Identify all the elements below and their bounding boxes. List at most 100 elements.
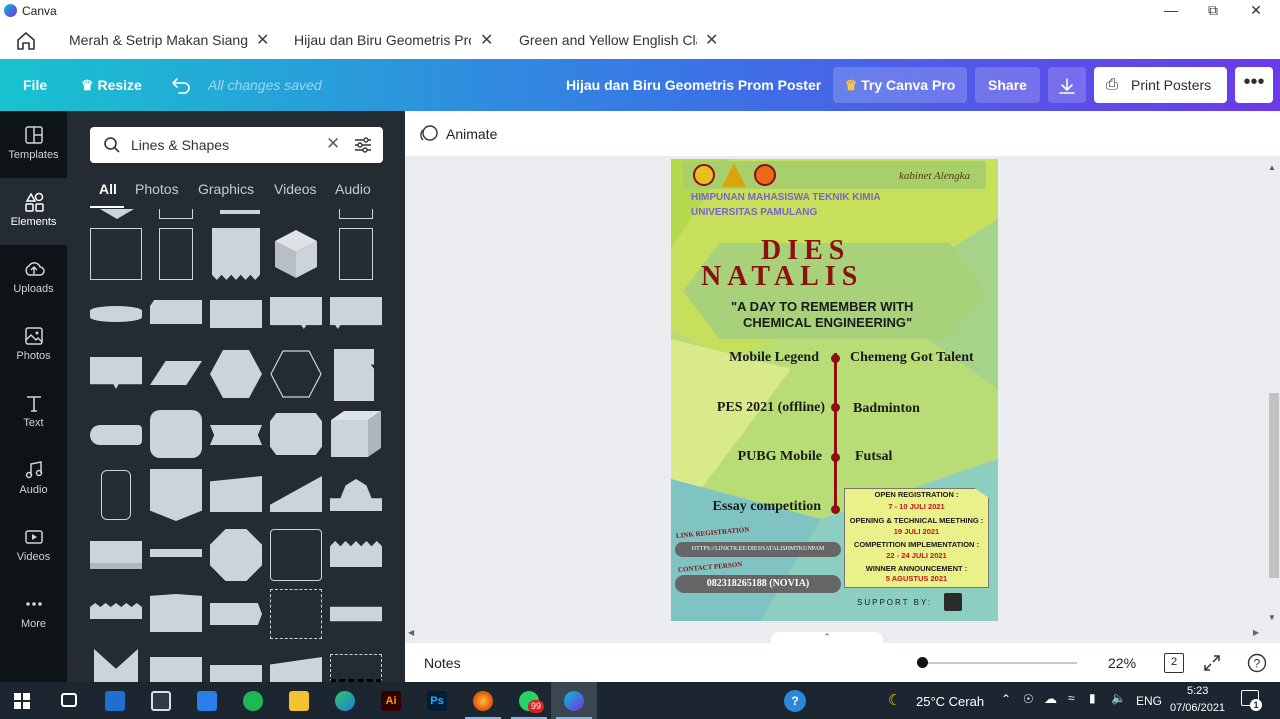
filter-icon[interactable] <box>354 136 372 154</box>
task-view-button[interactable] <box>46 682 92 719</box>
rail-audio[interactable]: Audio <box>0 446 67 513</box>
shape-tile[interactable] <box>90 603 142 619</box>
shape-tile[interactable] <box>330 297 382 329</box>
animate-button[interactable]: Animate <box>446 126 497 142</box>
rail-photos[interactable]: Photos <box>0 312 67 379</box>
help-icon[interactable]: ? <box>1247 653 1267 673</box>
shape-tile[interactable] <box>330 479 382 511</box>
vertical-scrollbar[interactable]: ▲ ▼ <box>1268 163 1279 623</box>
shape-tile[interactable] <box>270 476 322 512</box>
shape-tile[interactable] <box>270 657 322 682</box>
taskbar-illustrator[interactable]: Ai <box>368 682 414 719</box>
shape-tile[interactable] <box>210 603 262 625</box>
page-count-button[interactable]: 2 <box>1164 653 1184 673</box>
taskbar-spotify[interactable] <box>230 682 276 719</box>
weather-text[interactable]: 25°C Cerah <box>916 694 984 709</box>
taskbar-edge[interactable] <box>322 682 368 719</box>
shape-tile[interactable] <box>101 470 131 520</box>
shape-tile[interactable] <box>150 410 202 458</box>
shape-tile[interactable] <box>94 649 138 682</box>
shape-tile[interactable] <box>210 350 262 398</box>
rail-more[interactable]: More <box>0 580 67 647</box>
shape-tile[interactable] <box>330 654 382 682</box>
more-options-button[interactable]: ••• <box>1235 67 1273 103</box>
help-tray-icon[interactable]: ? <box>784 690 806 712</box>
print-posters-button[interactable]: ⎙ Print Posters <box>1094 67 1227 103</box>
shape-tile[interactable] <box>270 589 322 639</box>
scroll-right-icon[interactable]: ▶ <box>1253 628 1259 637</box>
taskbar-photoshop[interactable]: Ps <box>414 682 460 719</box>
shape-tile[interactable] <box>150 361 202 385</box>
meet-now-icon[interactable]: ☉ <box>1023 692 1034 706</box>
tab-merah[interactable]: Merah & Setrip Makan Siang ✕ <box>69 22 279 59</box>
window-close-icon[interactable]: ✕ <box>1235 0 1277 22</box>
shape-tile[interactable] <box>90 306 142 322</box>
tray-chevron-icon[interactable]: ⌃ <box>1001 692 1011 706</box>
shape-tile[interactable] <box>150 657 202 682</box>
shape-tile[interactable] <box>339 209 373 219</box>
zoom-slider-thumb[interactable] <box>917 657 928 668</box>
hexagon-outline-shape[interactable] <box>270 350 322 398</box>
download-button[interactable] <box>1048 67 1086 103</box>
shape-tile[interactable] <box>150 469 202 521</box>
animate-icon[interactable] <box>419 124 439 144</box>
rail-videos[interactable]: Videos <box>0 513 67 580</box>
panel-tab-photos[interactable]: Photos <box>135 181 179 197</box>
shape-tile[interactable] <box>339 228 373 280</box>
shape-tile[interactable] <box>330 541 382 567</box>
poster-canvas[interactable]: kabinet Alengka HIMPUNAN MAHASISWA TEKNI… <box>671 159 998 621</box>
scroll-left-icon[interactable]: ◀ <box>408 628 414 637</box>
shape-tile[interactable] <box>210 665 262 682</box>
shape-tile[interactable] <box>90 541 142 569</box>
panel-tab-all[interactable]: All <box>99 181 117 197</box>
search-input[interactable]: Lines & Shapes <box>131 137 229 153</box>
shape-tile[interactable] <box>210 300 262 328</box>
shape-tile[interactable] <box>212 228 260 280</box>
shape-tile[interactable] <box>334 349 374 401</box>
shape-tile[interactable] <box>159 228 193 280</box>
shape-tile[interactable] <box>270 529 322 581</box>
shape-tile[interactable] <box>210 425 262 445</box>
shape-tile[interactable] <box>150 300 202 324</box>
cube-shape[interactable] <box>273 228 319 280</box>
shape-tile[interactable] <box>90 357 142 389</box>
shape-tile[interactable] <box>90 228 142 280</box>
shape-tile[interactable] <box>270 297 322 329</box>
panel-tab-graphics[interactable]: Graphics <box>198 181 254 197</box>
rail-elements[interactable]: Elements <box>0 178 67 245</box>
zoom-level[interactable]: 22% <box>1108 655 1136 671</box>
rail-uploads[interactable]: Uploads <box>0 245 67 312</box>
file-menu[interactable]: File <box>23 59 47 111</box>
shape-tile[interactable] <box>90 425 142 445</box>
clear-search-icon[interactable]: ✕ <box>326 134 340 154</box>
tab-hijau[interactable]: Hijau dan Biru Geometris Pro ✕ <box>294 22 504 59</box>
document-title[interactable]: Hijau dan Biru Geometris Prom Poster <box>566 59 821 111</box>
close-icon[interactable]: ✕ <box>705 22 718 59</box>
onedrive-icon[interactable]: ☁ <box>1044 691 1057 707</box>
volume-icon[interactable]: 🔈 <box>1111 691 1126 705</box>
try-canva-pro-button[interactable]: ♛ Try Canva Pro <box>833 67 967 103</box>
close-icon[interactable]: ✕ <box>256 22 269 59</box>
close-icon[interactable]: ✕ <box>480 22 493 59</box>
notes-button[interactable]: Notes <box>424 655 461 671</box>
panel-tab-videos[interactable]: Videos <box>274 181 317 197</box>
battery-icon[interactable]: ▮ <box>1089 691 1096 705</box>
shape-tile[interactable] <box>159 209 193 219</box>
taskbar-app[interactable] <box>184 682 230 719</box>
scroll-thumb[interactable] <box>1269 393 1279 578</box>
shape-tile[interactable] <box>150 549 202 557</box>
home-icon[interactable] <box>15 30 37 52</box>
taskbar-explorer[interactable] <box>276 682 322 719</box>
taskbar-firefox[interactable] <box>460 682 506 719</box>
tab-green-yellow[interactable]: Green and Yellow English Cla ✕ <box>519 22 729 59</box>
shape-tile[interactable] <box>210 529 262 581</box>
windows-start-icon[interactable] <box>14 693 30 709</box>
clock-time[interactable]: 5:23 <box>1187 685 1208 697</box>
shape-tile[interactable] <box>210 476 262 512</box>
taskbar-mail[interactable] <box>92 682 138 719</box>
taskbar-canva[interactable] <box>551 682 597 719</box>
rail-text[interactable]: Text <box>0 379 67 446</box>
fullscreen-icon[interactable] <box>1202 653 1222 673</box>
shape-tile[interactable] <box>330 606 382 622</box>
panel-tab-audio[interactable]: Audio <box>335 181 371 197</box>
